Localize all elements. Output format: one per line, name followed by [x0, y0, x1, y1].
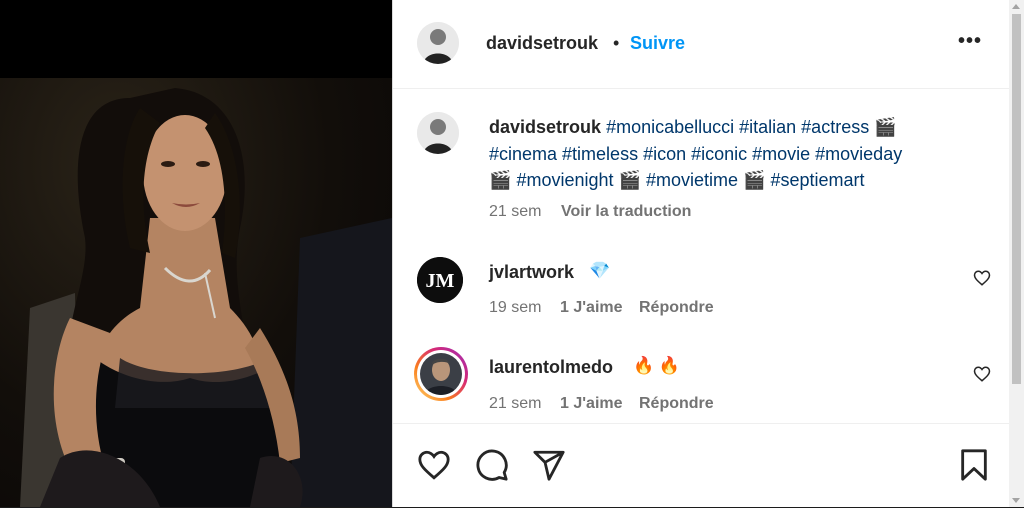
- scrollbar-thumb[interactable]: [1012, 14, 1021, 384]
- see-translation-button[interactable]: Voir la traduction: [561, 203, 691, 221]
- hashtag-movienight[interactable]: #movienight: [516, 170, 613, 190]
- clapper-emoji: 🎬: [489, 170, 512, 190]
- scroll-up-icon[interactable]: [1012, 4, 1020, 9]
- hashtag-movietime[interactable]: #movietime: [646, 170, 738, 190]
- caption-author-avatar[interactable]: [417, 112, 459, 154]
- scrollbar[interactable]: [1009, 0, 1024, 507]
- more-options-icon[interactable]: •••: [958, 30, 982, 53]
- author-username[interactable]: davidsetrouk: [486, 33, 598, 54]
- scroll-down-icon[interactable]: [1012, 498, 1020, 503]
- follow-button[interactable]: Suivre: [630, 33, 685, 54]
- post-details-panel: davidsetrouk • Suivre ••• davidsetrouk #…: [392, 0, 1010, 507]
- comment-likes[interactable]: 1 J'aime: [560, 395, 623, 413]
- bookmark-icon[interactable]: [957, 448, 991, 482]
- comment-like-heart-icon[interactable]: [973, 269, 991, 287]
- caption-hashtags-line1[interactable]: #monicabellucci #italian #actress: [606, 117, 869, 137]
- reply-button[interactable]: Répondre: [639, 395, 714, 413]
- reply-button[interactable]: Répondre: [639, 299, 714, 317]
- comment-likes[interactable]: 1 J'aime: [560, 299, 623, 317]
- comment-like-heart-icon[interactable]: [973, 365, 991, 383]
- fire-emoji: 🔥 🔥: [633, 356, 681, 375]
- comment-username[interactable]: laurentolmedo: [489, 357, 613, 378]
- svg-text:JM: JM: [426, 270, 455, 292]
- caption-hashtags-line2[interactable]: #cinema #timeless #icon #iconic #movie #…: [489, 144, 902, 164]
- like-heart-icon[interactable]: [417, 448, 451, 482]
- story-ring-gap: [417, 350, 465, 398]
- clapper-emoji: 🎬: [618, 170, 641, 190]
- image-top-band: [0, 0, 392, 78]
- laurentolmedo-avatar-image: [420, 353, 462, 395]
- author-avatar[interactable]: [417, 22, 459, 64]
- hashtag-septiemart[interactable]: #septiemart: [770, 170, 864, 190]
- author-avatar-image: [417, 22, 459, 64]
- clapper-emoji: 🎬: [874, 117, 897, 137]
- post-photo-illustration: [20, 88, 392, 507]
- story-ring[interactable]: [414, 347, 468, 401]
- post-caption: davidsetrouk #monicabellucci #italian #a…: [489, 114, 959, 194]
- comment-time[interactable]: 21 sem: [489, 395, 541, 413]
- comment-time[interactable]: 19 sem: [489, 299, 541, 317]
- comment-username[interactable]: jvlartwork: [489, 262, 574, 283]
- post-header: davidsetrouk • Suivre •••: [393, 0, 1010, 89]
- caption-username[interactable]: davidsetrouk: [489, 117, 601, 137]
- comment-avatar-jvlartwork[interactable]: JM: [417, 257, 463, 303]
- comment-icon[interactable]: [475, 448, 509, 482]
- caption-time[interactable]: 21 sem: [489, 203, 541, 221]
- jvlartwork-logo: JM: [417, 257, 463, 303]
- comment-avatar-laurentolmedo: [420, 353, 462, 395]
- share-icon[interactable]: [532, 448, 566, 482]
- post-image[interactable]: [0, 0, 392, 507]
- clapper-emoji: 🎬: [743, 170, 766, 190]
- caption-author-avatar-image: [417, 112, 459, 154]
- diamond-emoji: 💎: [589, 261, 611, 280]
- separator-dot: •: [613, 33, 620, 53]
- post-actions-bar: [393, 423, 1010, 508]
